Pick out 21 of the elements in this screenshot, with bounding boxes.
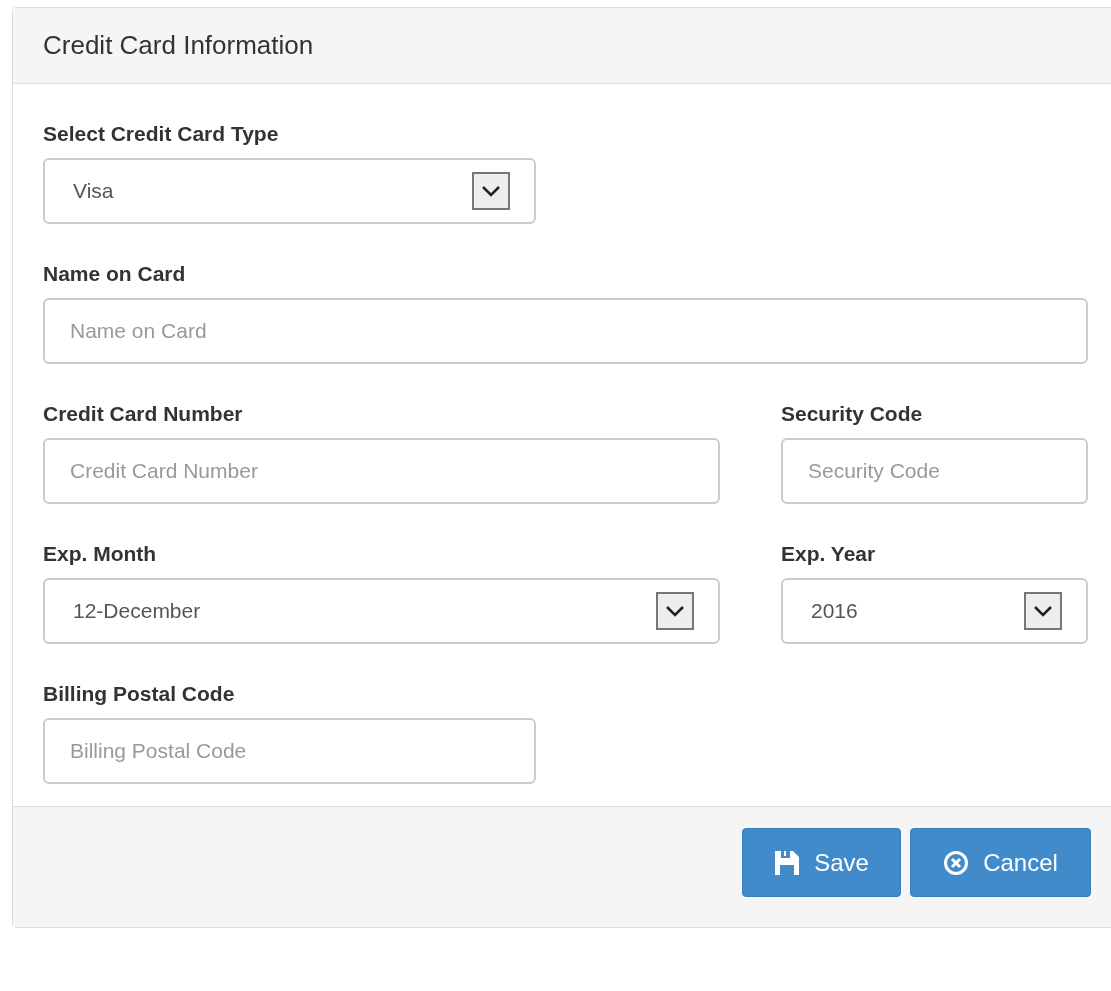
field-label: Credit Card Number	[43, 402, 244, 426]
field-label: Select Credit Card Type	[43, 122, 280, 146]
input-field[interactable]: Security Code	[781, 438, 1088, 504]
dropdown[interactable]: 12-December	[43, 578, 720, 644]
panel-title: Credit Card Information	[43, 30, 314, 61]
field-label: Security Code	[781, 402, 924, 426]
chevron-down-icon	[472, 172, 510, 210]
field-label: Exp. Year	[781, 542, 877, 566]
input-field[interactable]: Credit Card Number	[43, 438, 720, 504]
field-label: Name on Card	[43, 262, 187, 286]
input-field[interactable]: Name on Card	[43, 298, 1088, 364]
input-field[interactable]: Billing Postal Code	[43, 718, 536, 784]
close-circle-icon	[943, 849, 970, 876]
chevron-down-icon	[1024, 592, 1062, 630]
save-button[interactable]: Save	[742, 828, 901, 897]
dropdown[interactable]: Visa	[43, 158, 536, 224]
field-label: Billing Postal Code	[43, 682, 236, 706]
chevron-down-icon	[656, 592, 694, 630]
dropdown[interactable]: 2016	[781, 578, 1088, 644]
cancel-button[interactable]: Cancel	[910, 828, 1091, 897]
field-label: Exp. Month	[43, 542, 158, 566]
